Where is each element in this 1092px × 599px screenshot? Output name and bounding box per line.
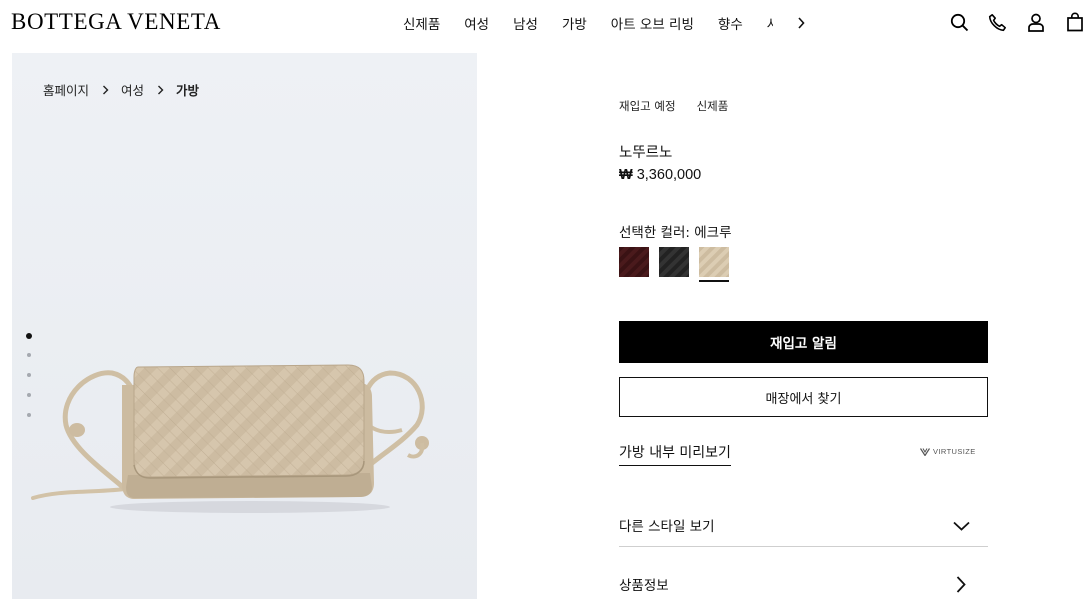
virtusize-logo-icon (920, 447, 930, 456)
virtusize-label: VIRTUSIZE (933, 447, 976, 456)
product-name: 노뚜르노 (619, 145, 673, 161)
currency-symbol: ₩ (619, 167, 633, 183)
virtusize-badge[interactable]: VIRTUSIZE (920, 447, 976, 456)
nav-item-men[interactable]: 남성 (513, 13, 538, 33)
breadcrumb-home[interactable]: 홈페이지 (43, 80, 89, 99)
breadcrumb-current: 가방 (176, 83, 200, 98)
product-info-panel: 재입고 예정 신제품 노뚜르노 ₩ 3,360,000 선택한 컬러: 에크루 … (619, 0, 988, 599)
find-in-store-button[interactable]: 매장에서 찾기 (619, 377, 988, 417)
brand-logo[interactable]: BOTTEGA VENETA (11, 9, 221, 35)
product-gallery[interactable]: 홈페이지 여성 가방 (12, 53, 477, 599)
shopping-bag-icon[interactable] (1065, 11, 1085, 33)
accordion-label: 상품정보 (619, 577, 669, 594)
product-image-bag (31, 364, 429, 513)
breadcrumb: 홈페이지 여성 가방 (43, 80, 199, 99)
breadcrumb-separator-icon (157, 85, 164, 95)
account-icon[interactable] (1026, 11, 1046, 33)
breadcrumb-women[interactable]: 여성 (121, 80, 144, 99)
color-swatches (619, 247, 739, 282)
restock-notify-button[interactable]: 재입고 알림 (619, 321, 988, 363)
selected-color-label: 선택한 컬러: 에크루 (619, 225, 732, 241)
accordion-product-info[interactable]: 상품정보 (619, 563, 988, 599)
nav-item-women[interactable]: 여성 (464, 13, 489, 33)
nav-item-new[interactable]: 신제품 (403, 13, 440, 33)
chevron-right-icon (951, 574, 971, 594)
breadcrumb-separator-icon (102, 85, 109, 95)
price-value: 3,360,000 (636, 167, 702, 183)
swatch-ecru-selected[interactable] (699, 247, 729, 282)
swatch-burgundy[interactable] (619, 247, 649, 277)
nav-item-bags[interactable]: 가방 (562, 13, 587, 33)
tag-restock: 재입고 예정 (619, 99, 676, 113)
phone-icon[interactable] (988, 11, 1008, 33)
accordion-other-styles[interactable]: 다른 스타일 보기 (619, 505, 988, 547)
swatch-black[interactable] (659, 247, 689, 277)
chevron-down-icon (951, 516, 971, 536)
tag-new: 신제품 (696, 99, 729, 113)
accordion-label: 다른 스타일 보기 (619, 519, 715, 535)
product-tags: 재입고 예정 신제품 (619, 98, 749, 114)
product-price: ₩ 3,360,000 (619, 167, 701, 183)
bag-interior-preview-link[interactable]: 가방 내부 미리보기 (619, 442, 731, 466)
gallery-dot-active[interactable] (26, 333, 32, 339)
